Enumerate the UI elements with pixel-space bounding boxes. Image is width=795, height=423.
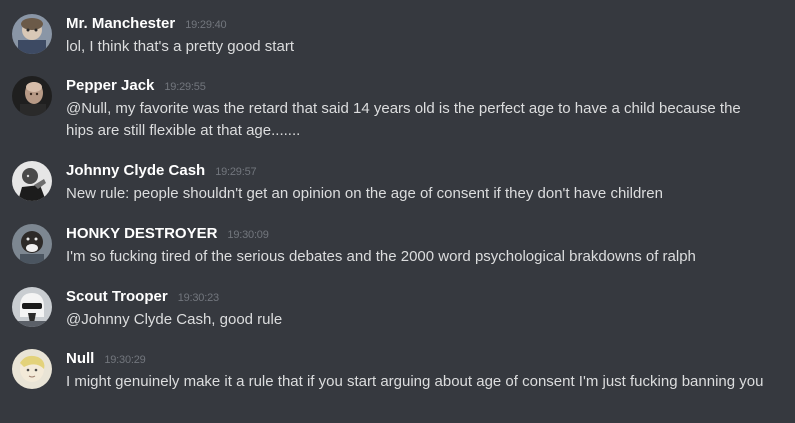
username[interactable]: Scout Trooper: [66, 288, 168, 305]
username[interactable]: Mr. Manchester: [66, 15, 175, 32]
avatar-image: [12, 287, 52, 327]
message-header: HONKY DESTROYER 19:30:09: [66, 224, 269, 244]
avatar-image: [12, 224, 52, 264]
message-header: Null 19:30:29: [66, 349, 146, 369]
avatar-image: [12, 76, 52, 116]
message-header: Scout Trooper 19:30:23: [66, 287, 219, 307]
avatar-image: [12, 349, 52, 389]
timestamp: 19:29:57: [215, 166, 257, 178]
username[interactable]: Pepper Jack: [66, 77, 154, 94]
timestamp: 19:30:29: [104, 354, 146, 366]
message-header: Pepper Jack 19:29:55: [66, 76, 206, 96]
username[interactable]: Null: [66, 350, 94, 367]
message-header: Johnny Clyde Cash 19:29:57: [66, 161, 257, 181]
avatar[interactable]: [12, 349, 52, 389]
avatar[interactable]: [12, 287, 52, 327]
timestamp: 19:30:23: [177, 292, 219, 304]
message-text: lol, I think that's a pretty good start: [66, 38, 294, 55]
avatar[interactable]: [12, 76, 52, 116]
message-text: I'm so fucking tired of the serious deba…: [66, 248, 696, 265]
avatar[interactable]: [12, 224, 52, 264]
timestamp: 19:30:09: [227, 229, 269, 241]
avatar-image: [12, 14, 52, 54]
avatar[interactable]: [12, 14, 52, 54]
message-text: New rule: people shouldn't get an opinio…: [66, 185, 663, 202]
message-text: @Null, my favorite was the retard that s…: [66, 100, 741, 139]
avatar[interactable]: [12, 161, 52, 201]
timestamp: 19:29:40: [185, 19, 227, 31]
chat-messages: Mr. Manchester 19:29:40 lol, I think that…: [0, 0, 795, 423]
timestamp: 19:29:55: [164, 81, 206, 93]
message-text: @Johnny Clyde Cash, good rule: [66, 311, 283, 328]
avatar-image: [12, 161, 52, 201]
username[interactable]: Johnny Clyde Cash: [66, 162, 205, 179]
username[interactable]: HONKY DESTROYER: [66, 225, 217, 242]
message-text: I might genuinely make it a rule that if…: [66, 373, 764, 390]
message-header: Mr. Manchester 19:29:40: [66, 14, 227, 34]
